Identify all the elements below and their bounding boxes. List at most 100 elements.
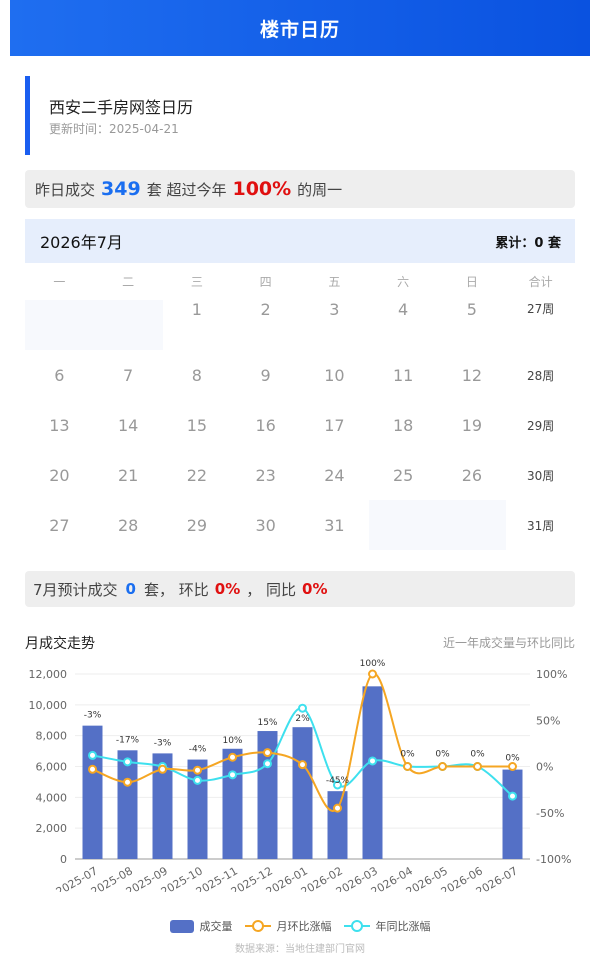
weekday-label: 二 [122,275,135,289]
prediction-count: 0 [125,580,136,598]
calendar-week-row: 27 28 29 30 31 31周 [25,500,575,550]
week-number: 28周 [526,368,555,383]
calendar-week-row: 6 7 8 9 10 11 12 28周 [25,350,575,400]
mom-data-label: -3% [84,711,102,721]
calendar-day[interactable]: 14 [94,400,163,450]
calendar-day[interactable]: 12 [438,350,507,400]
calendar-day[interactable]: 6 [25,350,94,400]
page-title-block: 西安二手房网签日历 更新时间：2025-04-21 [25,76,575,155]
legend-yoy-swatch [343,920,370,932]
calendar-day[interactable]: 3 [300,300,369,350]
mom-point [508,762,517,771]
weekday-label: 三 [190,275,203,289]
summary-unit: 套 超过今年 [146,180,227,199]
calendar-day[interactable]: 2 [231,300,300,350]
calendar-day[interactable]: 26 [438,450,507,500]
legend-label-yoy: 年同比涨幅 [375,920,431,933]
calendar-day[interactable]: 23 [231,450,300,500]
mom-point [263,748,272,758]
weekday-label: 日 [465,275,478,289]
left-axis-tick: 12,000 [29,668,68,681]
summary-prefix: 昨日成交 [35,180,96,199]
trend-title: 月成交走势 [25,636,95,652]
mom-data-label: -4% [189,745,207,755]
prediction-prefix: 7月预计成交 [33,580,118,599]
legend-label-mom: 月环比涨幅 [276,920,332,933]
legend-bar-swatch [169,919,194,933]
legend-item-yoy[interactable]: 年同比涨幅 [343,918,431,934]
mom-point [228,752,237,762]
weekday-label: 一 [53,275,66,289]
weekday-label: 五 [328,275,341,289]
yoy-point [228,770,237,780]
calendar-day[interactable]: 19 [438,400,507,450]
volume-bar [222,748,243,859]
yoy-point [508,791,517,801]
calendar-day[interactable]: 22 [163,450,232,500]
right-axis-tick: 100% [536,668,567,681]
legend-label-volume: 成交量 [199,920,233,933]
calendar-day[interactable]: 11 [369,350,438,400]
calendar-month[interactable]: 2026年7月 [40,229,123,253]
right-axis-tick: -100% [536,853,571,866]
calendar-day[interactable]: 24 [300,450,369,500]
mom-data-label: 0% [505,754,520,764]
mom-data-label: -3% [154,738,172,748]
legend-item-volume[interactable]: 成交量 [169,918,233,934]
volume-bar [117,750,138,859]
calendar-week-row: 1 2 3 4 5 27周 [25,300,575,350]
calendar-day[interactable]: 1 [163,300,232,350]
calendar-day[interactable]: 16 [231,400,300,450]
mom-point [193,765,202,775]
calendar-day[interactable]: 17 [300,400,369,450]
calendar-day[interactable]: 27 [25,500,94,550]
right-axis-tick: -50% [536,807,564,820]
calendar-day[interactable]: 21 [94,450,163,500]
calendar-day[interactable]: 30 [231,500,300,550]
calendar-day[interactable]: 15 [163,400,232,450]
calendar-day[interactable]: 9 [231,350,300,400]
mom-point [438,762,447,771]
mom-data-label: 0% [435,750,450,760]
prediction-yoy: 0% [302,580,328,598]
left-axis-tick: 10,000 [29,699,68,712]
calendar-day[interactable]: 5 [438,300,507,350]
calendar-day[interactable]: 29 [163,500,232,550]
calendar-day[interactable]: 13 [25,400,94,450]
mom-point [88,764,97,774]
app-header: 楼市日历 [10,0,590,56]
calendar-week-row: 13 14 15 16 17 18 19 29周 [25,400,575,450]
volume-bar [327,791,348,859]
legend-mom-swatch [244,920,271,932]
calendar-day[interactable]: 31 [300,500,369,550]
page-title: 西安二手房网签日历 [49,98,194,117]
calendar-week-row: 20 21 22 23 24 25 26 30周 [25,450,575,500]
yoy-point [88,750,97,760]
calendar-day[interactable]: 25 [369,450,438,500]
calendar-grid: 一二三四五六日合计 1 2 3 4 5 27周 6 7 8 9 10 11 12 28周 13 14 15 16 17… [25,263,575,550]
data-source: 数据来源：当地住建部门官网 [235,944,365,955]
calendar-day[interactable]: 4 [369,300,438,350]
calendar-day[interactable]: 10 [300,350,369,400]
volume-bar [82,725,103,859]
update-time: 更新时间：2025-04-21 [49,122,179,136]
legend-item-mom[interactable]: 月环比涨幅 [244,918,332,934]
weekday-label: 四 [259,275,272,289]
yoy-point [368,756,377,766]
mom-data-label: 100% [360,659,386,669]
calendar-day[interactable]: 20 [25,450,94,500]
calendar-day[interactable]: 18 [369,400,438,450]
left-axis-tick: 2,000 [36,822,68,835]
mom-point [333,803,342,813]
mom-point [368,669,377,679]
mom-data-label: 15% [257,718,277,728]
yoy-point [298,703,307,713]
calendar-day[interactable]: 7 [94,350,163,400]
volume-bar [292,727,313,859]
mom-point [403,762,412,771]
trend-subtitle: 近一年成交量与环比同比 [442,636,575,650]
summary-suffix: 的周一 [297,180,343,199]
calendar-day[interactable]: 8 [163,350,232,400]
summary-count: 349 [101,178,141,200]
calendar-day[interactable]: 28 [94,500,163,550]
